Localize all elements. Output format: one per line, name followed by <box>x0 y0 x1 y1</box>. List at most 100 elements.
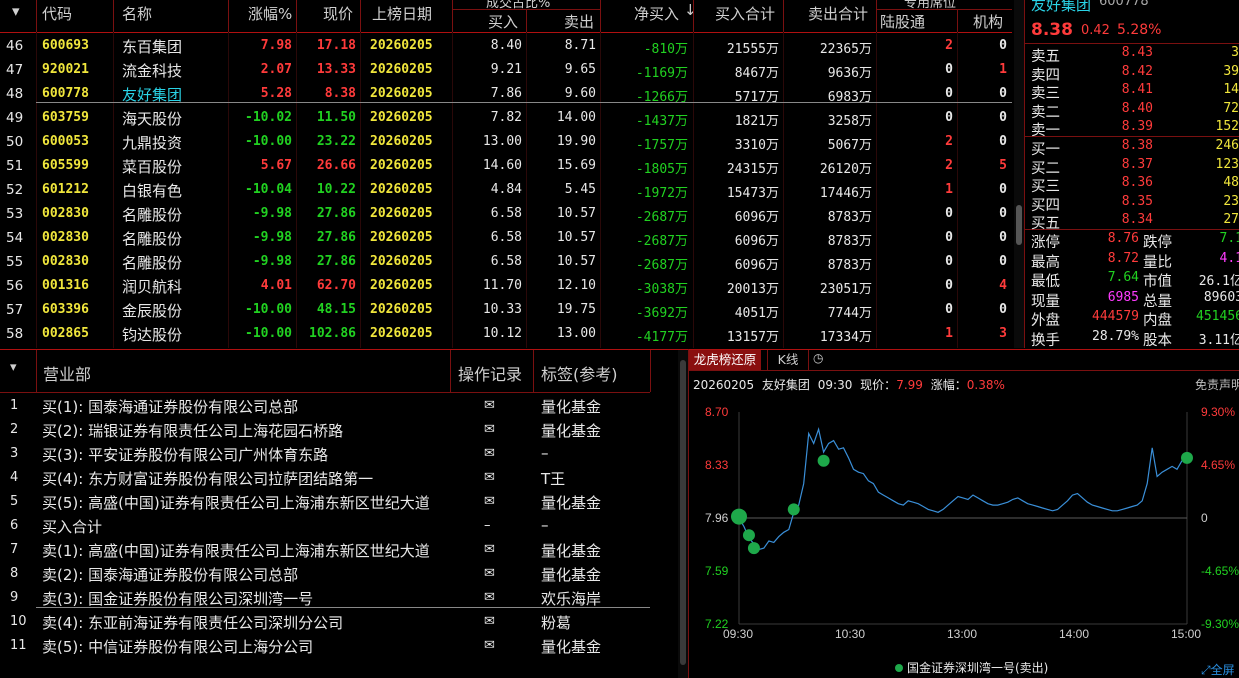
header-hk[interactable]: 陆股通 <box>880 11 925 32</box>
header-chg[interactable]: 涨幅% <box>248 3 292 24</box>
header-sell-total[interactable]: 卖出合计 <box>808 3 868 24</box>
table-scrollbar[interactable] <box>1014 0 1024 348</box>
mail-icon[interactable]: ✉ <box>484 494 495 509</box>
cell-chg: 4.01 <box>260 278 292 293</box>
mail-icon[interactable]: ✉ <box>484 542 495 557</box>
cell-code: 603396 <box>42 302 89 317</box>
header-price[interactable]: 现价 <box>323 3 353 24</box>
seat-row[interactable]: 4 买(4): 东方财富证券股份有限公司拉萨团结路第一 ✉ T王 <box>0 466 660 490</box>
ask-level[interactable]: 卖四 8.42 39 <box>1029 64 1239 84</box>
cell-hk: 0 <box>945 302 953 317</box>
ask-level[interactable]: 卖三 8.41 14 <box>1029 82 1239 102</box>
seats-scrollbar-thumb[interactable] <box>680 360 686 665</box>
cell-buy: 8.40 <box>490 38 522 53</box>
seat-row[interactable]: 2 买(2): 瑞银证券有限责任公司上海花园石桥路 ✉ 量化基金 <box>0 418 660 442</box>
mail-icon[interactable]: ✉ <box>484 590 495 605</box>
table-row[interactable]: 46 600693 东百集团 7.98 17.18 20260205 8.40 8.71 -81… <box>0 34 1012 58</box>
ask-level[interactable]: 卖一 8.39 152 <box>1029 119 1239 139</box>
cell-name: 九鼎投资 <box>122 134 183 152</box>
seat-dept-name: 卖(4): 东亚前海证券有限责任公司深圳分公司 <box>42 614 344 632</box>
mail-icon[interactable]: ✉ <box>484 638 495 653</box>
table-row[interactable]: 47 920021 流金科技 2.07 13.33 20260205 9.21 9.65 -11… <box>0 58 1012 82</box>
stat-value: 26.1亿 <box>1198 274 1239 289</box>
chart-tabs: 龙虎榜还原 K线 ◷ <box>689 350 1239 371</box>
cell-sell-total: 8783万 <box>827 234 872 249</box>
mail-icon[interactable]: ✉ <box>484 566 495 581</box>
cell-sell-total: 8783万 <box>827 210 872 225</box>
header-buy[interactable]: 买入 <box>488 11 518 32</box>
seats-header-dept[interactable]: 营业部 <box>43 361 91 385</box>
table-row[interactable]: 55 002830 名雕股份 -9.98 27.86 20260205 6.58 10.57 -… <box>0 250 1012 274</box>
intraday-chart: 8.708.337.967.597.229.30%4.65%0-4.65%-9.… <box>705 405 1239 641</box>
seat-row[interactable]: 1 买(1): 国泰海通证券股份有限公司总部 ✉ 量化基金 <box>0 394 660 418</box>
cell-price: 27.86 <box>316 230 356 245</box>
cell-hk: 1 <box>945 326 953 341</box>
table-row[interactable]: 52 601212 白银有色 -10.04 10.22 20260205 4.84 5.45 -… <box>0 178 1012 202</box>
table-row[interactable]: 50 600053 九鼎投资 -10.00 23.22 20260205 13.00 19.9… <box>0 130 1012 154</box>
tab-lhb-restore[interactable]: 龙虎榜还原 <box>689 350 761 370</box>
mail-icon[interactable]: ✉ <box>484 614 495 629</box>
seat-row[interactable]: 6 买入合计 – – <box>0 514 660 538</box>
ask-level[interactable]: 卖五 8.43 3 <box>1029 45 1239 65</box>
cell-price: 10.22 <box>316 182 356 197</box>
table-row[interactable]: 54 002830 名雕股份 -9.98 27.86 20260205 6.58 10.57 -… <box>0 226 1012 250</box>
cell-chg: -10.00 <box>245 134 292 149</box>
bid-level[interactable]: 买五 8.34 27 <box>1029 212 1239 232</box>
header-inst[interactable]: 机构 <box>973 11 1003 32</box>
table-row[interactable]: 51 605599 菜百股份 5.67 26.66 20260205 14.60 15.69 -… <box>0 154 1012 178</box>
sort-arrow-icon[interactable]: ▾ <box>12 2 20 20</box>
seats-header-tag[interactable]: 标签(参考) <box>541 361 618 385</box>
header-buy-total[interactable]: 买入合计 <box>715 3 775 24</box>
table-row[interactable]: 58 002865 钧达股份 -10.00 102.86 20260205 10.12 13.… <box>0 322 1012 346</box>
level-price: 8.34 <box>1121 212 1153 227</box>
table-row[interactable]: 53 002830 名雕股份 -9.98 27.86 20260205 6.58 10.57 -… <box>0 202 1012 226</box>
header-sell[interactable]: 卖出 <box>564 11 594 32</box>
ask-level[interactable]: 卖二 8.40 72 <box>1029 101 1239 121</box>
mail-icon[interactable]: ✉ <box>484 398 495 413</box>
bid-level[interactable]: 买二 8.37 123 <box>1029 157 1239 177</box>
seat-row[interactable]: 10 卖(4): 东亚前海证券有限责任公司深圳分公司 ✉ 粉葛 <box>0 610 660 634</box>
cell-name: 润贝航科 <box>122 278 183 296</box>
header-name[interactable]: 名称 <box>122 3 152 24</box>
seats-menu-icon[interactable]: ▾ <box>10 360 17 375</box>
seat-row[interactable]: 11 卖(5): 中信证券股份有限公司上海分公司 ✉ 量化基金 <box>0 634 660 658</box>
seats-scrollbar[interactable] <box>678 350 688 678</box>
mail-icon[interactable]: – <box>484 518 491 533</box>
mail-icon[interactable]: ✉ <box>484 470 495 485</box>
seat-tag: 粉葛 <box>541 614 572 632</box>
cell-price: 13.33 <box>316 62 356 77</box>
mail-icon[interactable]: ✉ <box>484 446 495 461</box>
cell-inst: 0 <box>999 182 1007 197</box>
bid-level[interactable]: 买一 8.38 246 <box>1029 138 1239 158</box>
header-code[interactable]: 代码 <box>42 3 72 24</box>
seat-row[interactable]: 8 卖(2): 国泰海通证券股份有限公司总部 ✉ 量化基金 <box>0 562 660 586</box>
fullscreen-button[interactable]: ⤢全屏 <box>1201 661 1235 678</box>
stat-row: 最低 7.64 市值 26.1亿 <box>1029 270 1239 290</box>
cell-no: 52 <box>6 182 24 198</box>
header-date[interactable]: 上榜日期 <box>372 3 432 24</box>
cell-code: 603759 <box>42 110 89 125</box>
table-row[interactable]: 49 603759 海天股份 -10.02 11.50 20260205 7.82 14.00… <box>0 106 1012 130</box>
tab-kline[interactable]: K线 <box>767 350 809 370</box>
cell-buy: 6.58 <box>490 230 522 245</box>
cell-no: 50 <box>6 134 24 150</box>
seat-row[interactable]: 5 买(5): 高盛(中国)证券有限责任公司上海浦东新区世纪大道 ✉ 量化基金 <box>0 490 660 514</box>
stat-value: 28.79% <box>1092 328 1139 344</box>
table-row[interactable]: 56 001316 润贝航科 4.01 62.70 20260205 11.70 12.10 -… <box>0 274 1012 298</box>
seat-row[interactable]: 3 买(3): 平安证券股份有限公司广州体育东路 ✉ – <box>0 442 660 466</box>
seat-index: 1 <box>10 398 19 413</box>
table-row[interactable]: 57 603396 金辰股份 -10.00 48.15 20260205 10.33 19.7… <box>0 298 1012 322</box>
bid-level[interactable]: 买四 8.35 23 <box>1029 194 1239 214</box>
seat-index: 3 <box>10 446 19 461</box>
header-net-buy[interactable]: 净买入 <box>634 3 679 24</box>
cell-no: 49 <box>6 110 24 126</box>
cell-hk: 0 <box>945 254 953 269</box>
cell-date: 20260205 <box>370 182 433 197</box>
mail-icon[interactable]: ✉ <box>484 422 495 437</box>
history-icon[interactable]: ◷ <box>813 351 823 365</box>
bid-level[interactable]: 买三 8.36 48 <box>1029 175 1239 195</box>
seats-header-record[interactable]: 操作记录 <box>458 361 522 385</box>
scrollbar-thumb[interactable] <box>1016 205 1022 245</box>
cell-name: 白银有色 <box>122 182 183 200</box>
seat-row[interactable]: 7 卖(1): 高盛(中国)证券有限责任公司上海浦东新区世纪大道 ✉ 量化基金 <box>0 538 660 562</box>
